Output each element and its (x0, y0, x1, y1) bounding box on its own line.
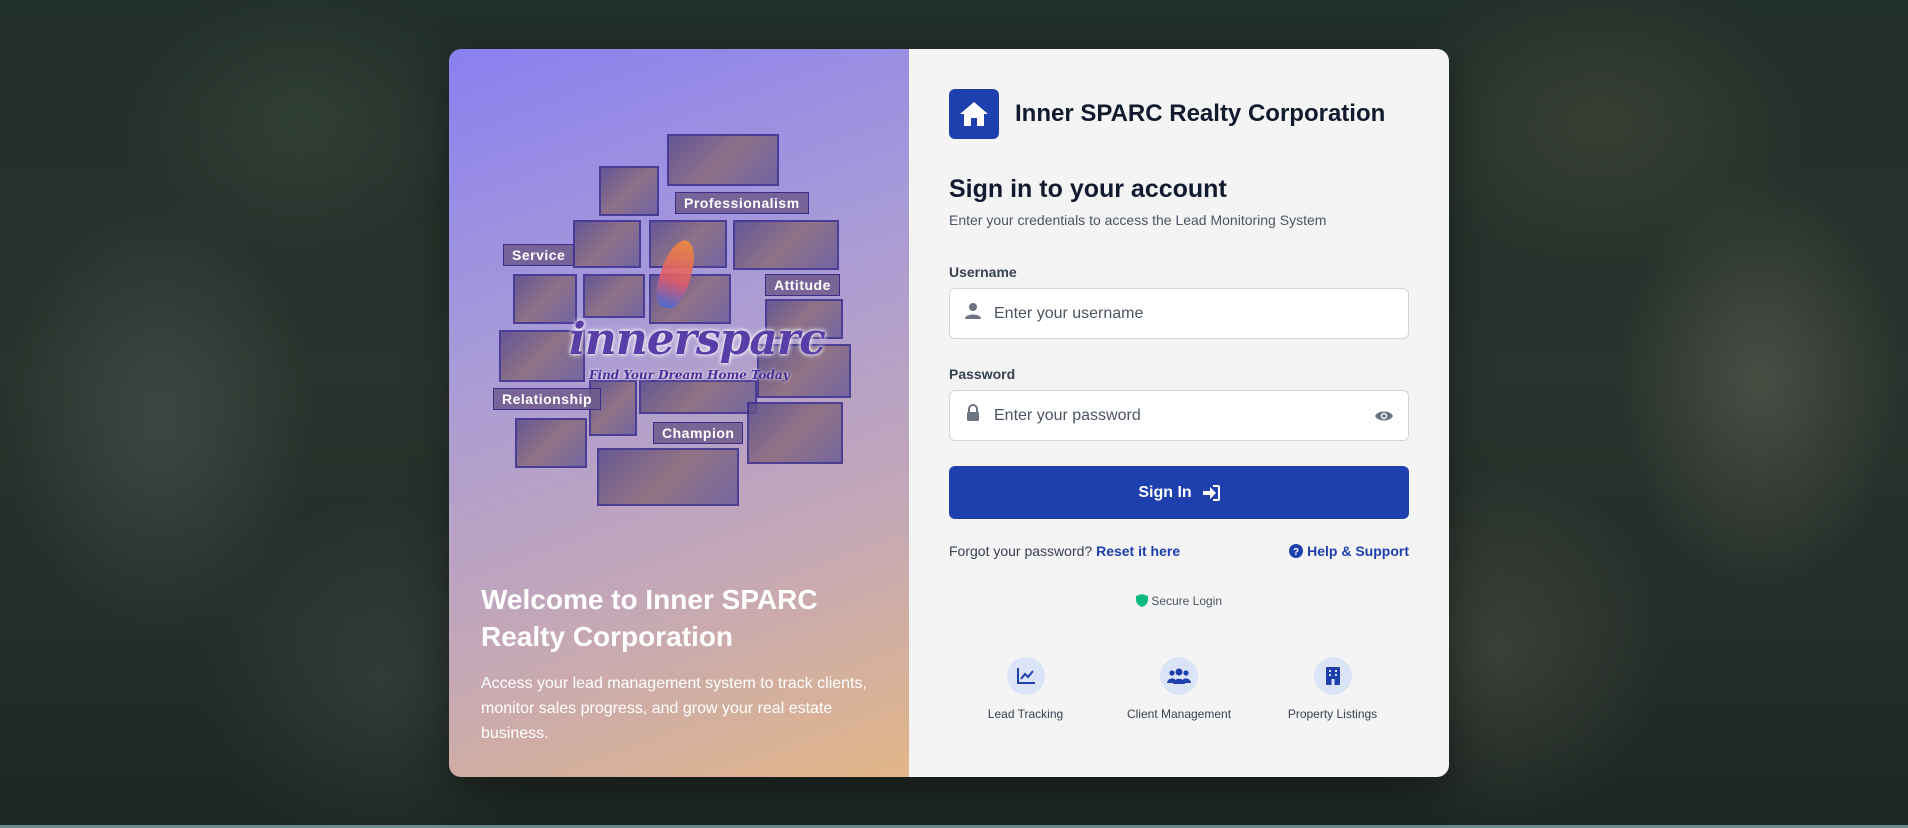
company-collage-image: innersparc Find Your Dream Home Today Pr… (489, 134, 869, 514)
feature-lead-tracking: Lead Tracking (949, 657, 1102, 721)
collage-tag: Attitude (765, 274, 840, 296)
eye-icon[interactable] (1374, 406, 1394, 426)
login-card: innersparc Find Your Dream Home Today Pr… (449, 49, 1449, 777)
password-input[interactable] (950, 391, 1408, 440)
sign-in-button[interactable]: Sign In (949, 466, 1409, 519)
feature-list: Lead Tracking Client Management Property… (949, 657, 1409, 721)
help-support-link[interactable]: ? Help & Support (1289, 543, 1409, 559)
form-title: Sign in to your account (949, 175, 1227, 203)
username-input[interactable] (950, 289, 1408, 338)
username-field (949, 288, 1409, 339)
feature-label: Lead Tracking (987, 707, 1064, 721)
password-field (949, 390, 1409, 441)
company-name: Inner SPARC Realty Corporation (1015, 100, 1386, 127)
welcome-title: Welcome to Inner SPARC Realty Corporatio… (481, 584, 818, 652)
collage-tag: Service (503, 244, 575, 266)
forgot-text: Forgot your password? (949, 543, 1093, 559)
collage-logo-tagline: Find Your Dream Home Today (589, 368, 790, 382)
feature-label: Client Management (1126, 707, 1232, 721)
collage-tag: Champion (653, 422, 744, 444)
user-icon (965, 303, 981, 319)
collage-logo-text: innersparc (569, 314, 826, 365)
forgot-password-row: Forgot your password? Reset it here ? He… (949, 543, 1409, 559)
password-label: Password (949, 366, 1016, 382)
home-icon (949, 89, 999, 139)
users-icon (1160, 657, 1198, 695)
collage-tag: Relationship (493, 388, 602, 410)
feature-label: Property Listings (1287, 707, 1378, 721)
secure-login-label: Secure Login (1151, 593, 1223, 608)
reset-password-link[interactable]: Reset it here (1096, 543, 1180, 559)
secure-login-badge: Secure Login (909, 593, 1449, 608)
welcome-description: Access your lead management system to tr… (481, 675, 867, 742)
sign-in-icon (1202, 484, 1220, 501)
hero-panel: innersparc Find Your Dream Home Today Pr… (449, 49, 909, 777)
sign-in-label: Sign In (1138, 483, 1192, 501)
username-label: Username (949, 264, 1017, 280)
brand-header: Inner SPARC Realty Corporation (949, 89, 1385, 139)
login-panel: Inner SPARC Realty Corporation Sign in t… (909, 49, 1449, 777)
question-circle-icon: ? (1289, 544, 1304, 558)
help-support-label: Help & Support (1307, 543, 1409, 559)
collage-tag: Professionalism (675, 192, 809, 214)
lock-icon (967, 404, 979, 421)
shield-icon (1135, 594, 1148, 608)
form-subtitle: Enter your credentials to access the Lea… (949, 212, 1327, 228)
feature-property-listings: Property Listings (1256, 657, 1409, 721)
chart-line-icon (1006, 657, 1045, 695)
svg-text:?: ? (1293, 547, 1299, 558)
feature-client-management: Client Management (1103, 657, 1256, 721)
building-icon (1313, 657, 1352, 695)
